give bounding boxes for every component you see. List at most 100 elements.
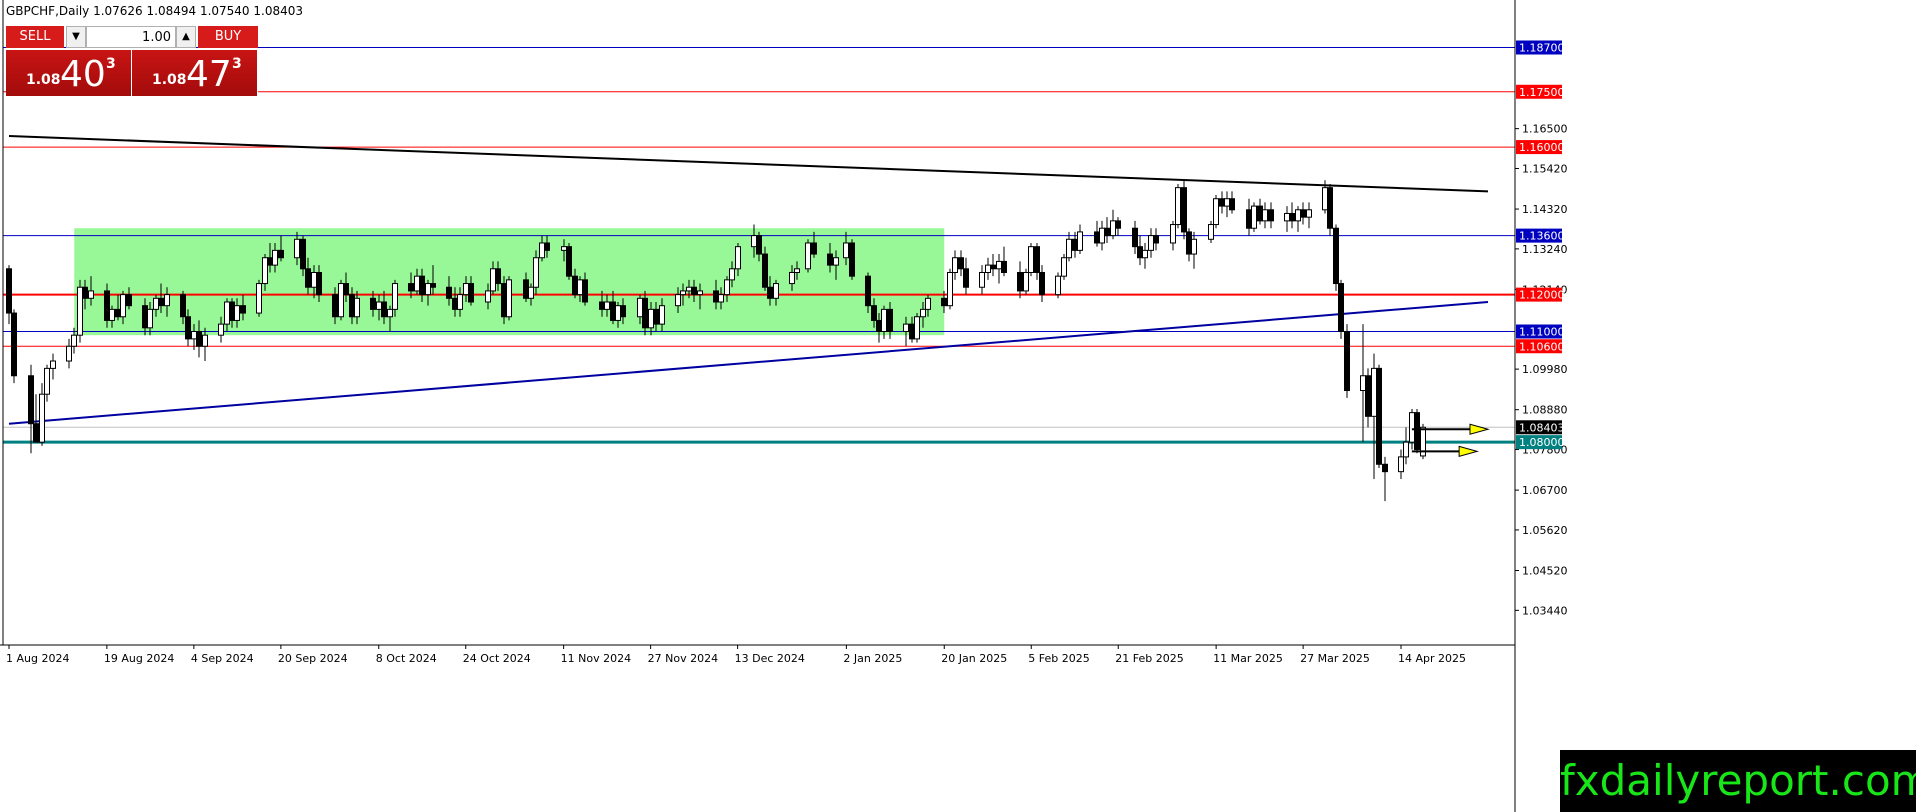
- candle-body: [164, 294, 170, 307]
- candle: [996, 254, 1002, 284]
- candle-body: [33, 423, 39, 443]
- candle: [1333, 224, 1339, 291]
- candle-body: [1376, 367, 1382, 465]
- candle-body: [501, 283, 507, 318]
- candle-body: [794, 268, 800, 273]
- lot-increase-icon[interactable]: ▲: [176, 26, 196, 48]
- candle-body: [392, 283, 398, 310]
- candle-body: [115, 308, 121, 318]
- candle: [1061, 254, 1067, 280]
- candle-body: [88, 290, 94, 299]
- candle: [1148, 228, 1154, 258]
- candle-body: [191, 331, 197, 340]
- candle-body: [311, 271, 317, 288]
- candle-body: [1142, 249, 1148, 259]
- candle-body: [50, 360, 56, 369]
- candle: [963, 257, 969, 295]
- price-chart[interactable]: 1.165001.154201.143201.132401.121401.099…: [0, 0, 1916, 812]
- candle: [1246, 198, 1252, 236]
- candle-body: [104, 290, 110, 321]
- time-tick-label: 4 Sep 2024: [191, 652, 254, 665]
- candle-body: [506, 279, 512, 318]
- candle-body: [1371, 367, 1377, 417]
- candle-body: [561, 246, 567, 251]
- sell-button[interactable]: SELL: [6, 26, 64, 48]
- candle-body: [142, 305, 148, 329]
- candle-body: [387, 308, 393, 318]
- candle: [566, 242, 572, 280]
- sell-price-prefix: 1.08: [26, 72, 61, 88]
- candle-body: [1104, 227, 1110, 237]
- lot-size-input[interactable]: [86, 26, 176, 48]
- price-tick-label: 1.16500: [1522, 123, 1568, 136]
- trendline-black: [8, 135, 1489, 193]
- candle-body: [234, 305, 240, 321]
- candle-body: [1295, 209, 1301, 222]
- candle-body: [6, 268, 12, 314]
- candle: [1153, 228, 1159, 251]
- candle-body: [1327, 187, 1333, 229]
- candle-body: [1099, 227, 1105, 244]
- buy-button[interactable]: BUY: [198, 26, 258, 48]
- candle: [1300, 202, 1306, 225]
- candle-body: [490, 268, 496, 292]
- buy-price-box[interactable]: 1.08 47 3: [132, 50, 258, 96]
- time-tick-label: 11 Mar 2025: [1213, 652, 1283, 665]
- candle-body: [229, 301, 235, 321]
- candle-body: [642, 297, 648, 329]
- candle-body: [572, 275, 578, 296]
- candle-body: [659, 305, 665, 325]
- candle-body: [528, 286, 534, 299]
- candle-body: [920, 308, 926, 318]
- candle-body: [903, 323, 909, 333]
- candle-body: [1061, 257, 1067, 277]
- candle-body: [349, 294, 355, 318]
- candle-body: [77, 286, 83, 336]
- price-label: 1.16000: [1519, 141, 1565, 154]
- candle-body: [376, 301, 382, 310]
- candle: [1251, 202, 1257, 232]
- price-label: 1.13600: [1519, 230, 1565, 243]
- price-tick-label: 1.15420: [1522, 162, 1568, 175]
- candle-body: [811, 242, 817, 255]
- arrow-head: [1469, 423, 1490, 435]
- candle: [1398, 449, 1404, 480]
- candle-body: [1365, 375, 1371, 417]
- candle-body: [675, 294, 681, 307]
- candle: [1382, 456, 1388, 502]
- candle-body: [843, 242, 849, 259]
- candle: [1229, 191, 1235, 214]
- candle-body: [849, 242, 855, 277]
- candle: [1365, 368, 1371, 428]
- candle-body: [686, 286, 692, 292]
- candle-body: [697, 290, 703, 296]
- sell-price-fraction: 3: [106, 56, 116, 72]
- price-tick-label: 1.14320: [1522, 203, 1568, 216]
- candle: [1028, 242, 1034, 277]
- price-tick-label: 1.05620: [1522, 524, 1568, 537]
- candle-body: [713, 290, 719, 303]
- candle: [501, 276, 507, 325]
- lot-decrease-icon[interactable]: ▼: [66, 26, 86, 48]
- candle: [985, 257, 991, 280]
- candle-body: [718, 294, 724, 303]
- candle: [338, 279, 344, 321]
- price-label: 1.11000: [1519, 326, 1565, 339]
- candle-body: [958, 257, 964, 270]
- candle-body: [44, 367, 50, 395]
- candle-body: [1055, 275, 1061, 296]
- candle: [1262, 202, 1268, 229]
- candle-body: [305, 268, 311, 288]
- candle: [1376, 364, 1382, 468]
- candle-body: [338, 283, 344, 318]
- candle-body: [267, 257, 273, 266]
- sell-price-box[interactable]: 1.08 40 3: [6, 50, 132, 96]
- candle: [1295, 206, 1301, 232]
- candle-body: [1300, 209, 1306, 218]
- candle-body: [1191, 238, 1197, 255]
- candle-body: [620, 305, 626, 318]
- candle-body: [691, 286, 697, 296]
- buy-price-fraction: 3: [232, 56, 242, 72]
- candle-body: [430, 283, 436, 288]
- candle-body: [925, 297, 931, 310]
